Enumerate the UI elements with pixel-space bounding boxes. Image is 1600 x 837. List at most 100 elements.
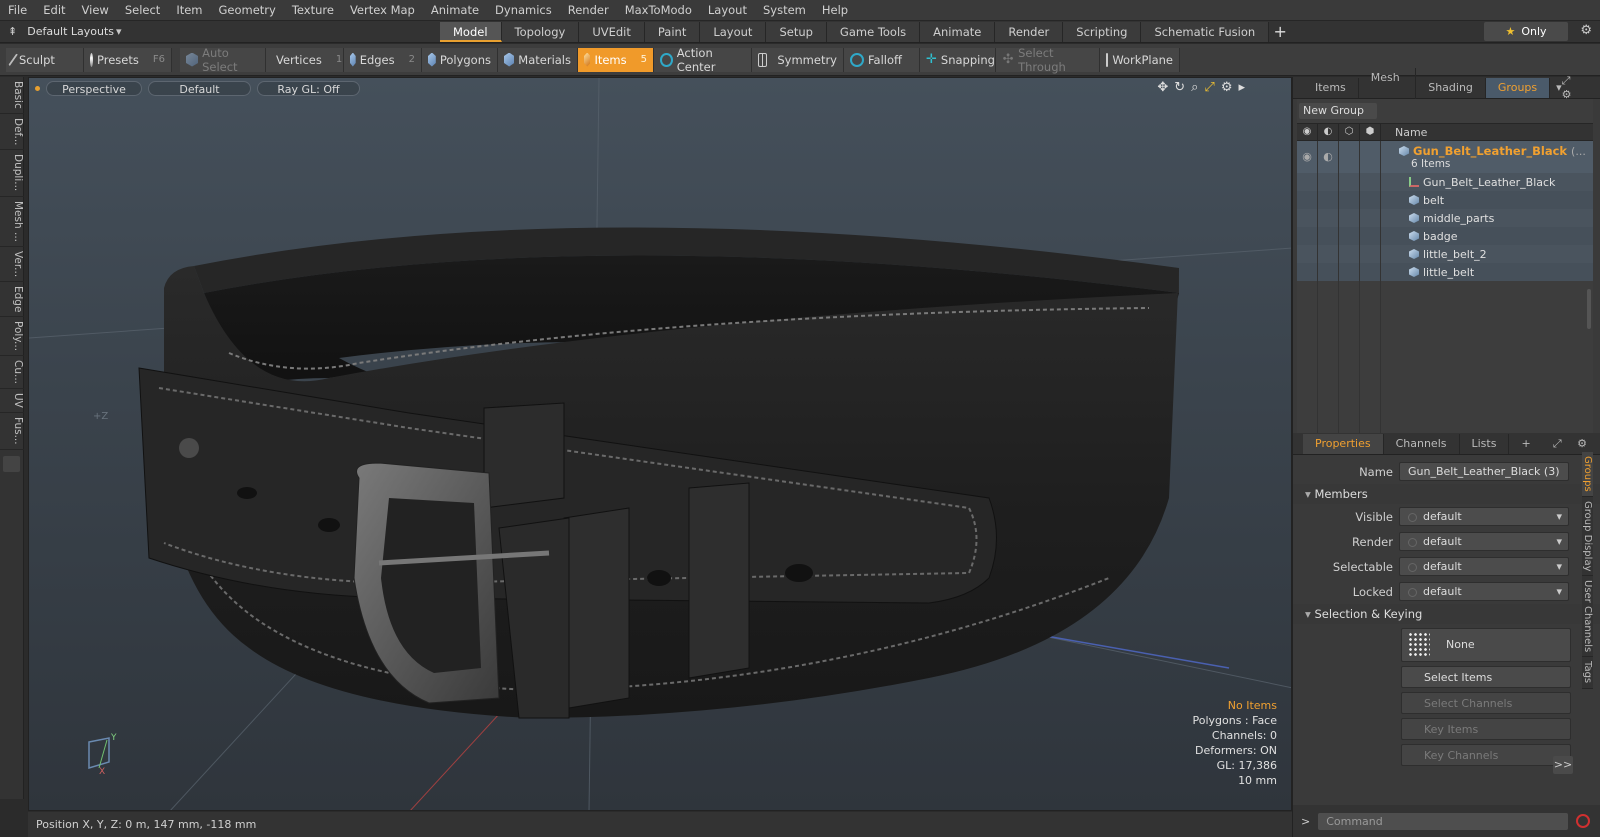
left-tab-duplicate[interactable]: Dupli... <box>0 150 24 197</box>
menu-vertex-map[interactable]: Vertex Map <box>342 0 423 21</box>
fit-icon[interactable]: ⤢ <box>1204 80 1214 95</box>
viewport-gear-icon[interactable]: ⚙ <box>1221 80 1233 95</box>
left-tabs-expand-button[interactable] <box>3 455 20 472</box>
tab-topology[interactable]: Topology <box>501 21 580 42</box>
tab-render[interactable]: Render <box>995 21 1064 42</box>
shading-selector[interactable]: Default <box>148 80 251 96</box>
raygl-toggle[interactable]: Ray GL: Off <box>257 80 360 96</box>
left-tab-fusion[interactable]: Fus... <box>0 413 24 450</box>
tab-scripting[interactable]: Scripting <box>1063 21 1142 42</box>
menu-texture[interactable]: Texture <box>284 0 342 21</box>
key-channels-button[interactable]: Key Channels <box>1401 744 1571 766</box>
side-tab-group-display[interactable]: Group Display <box>1582 496 1593 577</box>
select-icon[interactable]: ⬢ <box>1360 123 1381 141</box>
list-item[interactable]: little_belt_2 <box>1297 245 1593 263</box>
list-item[interactable]: belt <box>1297 191 1593 209</box>
eye-icon[interactable]: ◉ <box>1297 123 1318 141</box>
selectable-select[interactable]: default <box>1399 557 1569 576</box>
group-row[interactable]: ◉ ◐ Gun_Belt_Leather_Black (... 6 Items <box>1297 141 1593 173</box>
group-select-toggle[interactable] <box>1360 141 1381 173</box>
menu-animate[interactable]: Animate <box>423 0 487 21</box>
tab-uvedit[interactable]: UVEdit <box>579 21 645 42</box>
auto-select-button[interactable]: Auto Select <box>180 46 266 74</box>
polygons-button[interactable]: Polygons <box>422 47 498 72</box>
menu-help[interactable]: Help <box>814 0 856 21</box>
menu-maxtomodo[interactable]: MaxToModo <box>617 0 700 21</box>
group-eye-icon[interactable]: ◉ <box>1297 141 1318 173</box>
tab-animate[interactable]: Animate <box>920 21 996 42</box>
left-tab-polygon[interactable]: Poly... <box>0 317 24 357</box>
tab-model[interactable]: Model <box>440 21 502 42</box>
select-items-button[interactable]: Select Items <box>1401 666 1571 688</box>
add-tab-button[interactable]: + <box>1509 434 1542 454</box>
side-tab-tags[interactable]: Tags <box>1582 657 1593 689</box>
command-input[interactable]: Command <box>1318 812 1569 830</box>
render-select[interactable]: default <box>1399 532 1569 551</box>
viewport-arrow-icon[interactable]: ▸ <box>1238 80 1245 95</box>
menu-layout[interactable]: Layout <box>700 0 755 21</box>
materials-button[interactable]: Materials <box>498 47 578 72</box>
record-icon[interactable] <box>1576 814 1591 828</box>
sculpt-button[interactable]: Sculpt <box>6 47 84 72</box>
tab-schematic-fusion[interactable]: Schematic Fusion <box>1141 21 1270 42</box>
tab-lists[interactable]: Lists <box>1460 433 1510 454</box>
left-tab-edge[interactable]: Edge <box>0 282 24 318</box>
tab-shading[interactable]: Shading <box>1416 77 1486 98</box>
tab-properties[interactable]: Properties <box>1303 433 1384 454</box>
symmetry-button[interactable]: Symmetry <box>752 47 844 72</box>
action-center-button[interactable]: Action Center <box>654 46 752 74</box>
none-button[interactable]: None <box>1401 628 1571 662</box>
members-section[interactable]: Members <box>1293 484 1600 504</box>
select-through-button[interactable]: ✣ Select Through <box>996 46 1100 74</box>
list-item[interactable]: badge <box>1297 227 1593 245</box>
3d-viewport[interactable]: Perspective Default Ray GL: Off ✥ ↻ ⌕ ⤢ … <box>28 77 1292 811</box>
key-items-button[interactable]: Key Items <box>1401 718 1571 740</box>
presets-button[interactable]: Presets F6 <box>84 47 172 72</box>
locked-select[interactable]: default <box>1399 582 1569 601</box>
menu-dynamics[interactable]: Dynamics <box>487 0 560 21</box>
vertices-button[interactable]: Vertices 1 <box>266 47 344 72</box>
side-tab-user-channels[interactable]: User Channels <box>1582 576 1593 658</box>
tab-channels[interactable]: Channels <box>1384 433 1460 454</box>
new-group-button[interactable]: New Group <box>1299 103 1377 119</box>
add-tab-button[interactable]: + <box>1269 22 1291 42</box>
left-tab-vertex[interactable]: Ver... <box>0 247 24 282</box>
list-item[interactable]: little_belt <box>1297 263 1593 281</box>
visible-select[interactable]: default <box>1399 507 1569 526</box>
items-button[interactable]: Items 5 <box>578 47 654 72</box>
left-tab-uv[interactable]: UV <box>0 389 24 414</box>
collapse-icon[interactable]: ⇞ <box>8 25 17 38</box>
left-tab-basic[interactable]: Basic <box>0 77 24 114</box>
name-field[interactable]: Gun_Belt_Leather_Black (3) <box>1399 462 1569 481</box>
menu-item[interactable]: Item <box>168 0 210 21</box>
panel-expand-icon[interactable]: ⤢ ⚙ <box>1553 437 1593 451</box>
edges-button[interactable]: Edges 2 <box>344 47 422 72</box>
zoom-icon[interactable]: ⌕ <box>1191 80 1198 95</box>
tab-groups[interactable]: Groups <box>1485 77 1551 98</box>
side-tab-groups[interactable]: Groups <box>1582 452 1593 497</box>
menu-edit[interactable]: Edit <box>35 0 73 21</box>
tab-paint[interactable]: Paint <box>644 21 701 42</box>
falloff-button[interactable]: Falloff <box>844 47 920 72</box>
tree-scrollbar[interactable] <box>1587 289 1591 329</box>
tab-layout[interactable]: Layout <box>700 21 767 42</box>
pan-icon[interactable]: ✥ <box>1157 80 1168 95</box>
more-button[interactable]: >> <box>1553 756 1573 774</box>
select-channels-button[interactable]: Select Channels <box>1401 692 1571 714</box>
left-tab-mesh[interactable]: Mesh ... <box>0 197 24 247</box>
menu-render[interactable]: Render <box>560 0 617 21</box>
panel-expand-icon[interactable]: ⤢ ⚙ <box>1562 74 1592 101</box>
tab-setup[interactable]: Setup <box>766 21 827 42</box>
name-column-header[interactable]: Name <box>1381 126 1427 139</box>
rotate-icon[interactable]: ↻ <box>1174 80 1185 95</box>
list-item[interactable]: Gun_Belt_Leather_Black <box>1297 173 1593 191</box>
layout-selector[interactable]: ⇞ Default Layouts ▾ <box>0 25 440 38</box>
only-toggle[interactable]: ★ Only <box>1484 22 1568 41</box>
list-item[interactable]: middle_parts <box>1297 209 1593 227</box>
gear-icon[interactable]: ⚙ <box>1580 23 1592 38</box>
menu-file[interactable]: File <box>0 0 35 21</box>
menu-system[interactable]: System <box>755 0 814 21</box>
menu-select[interactable]: Select <box>117 0 168 21</box>
left-tab-deform[interactable]: Def... <box>0 114 24 151</box>
tab-game-tools[interactable]: Game Tools <box>826 21 921 42</box>
